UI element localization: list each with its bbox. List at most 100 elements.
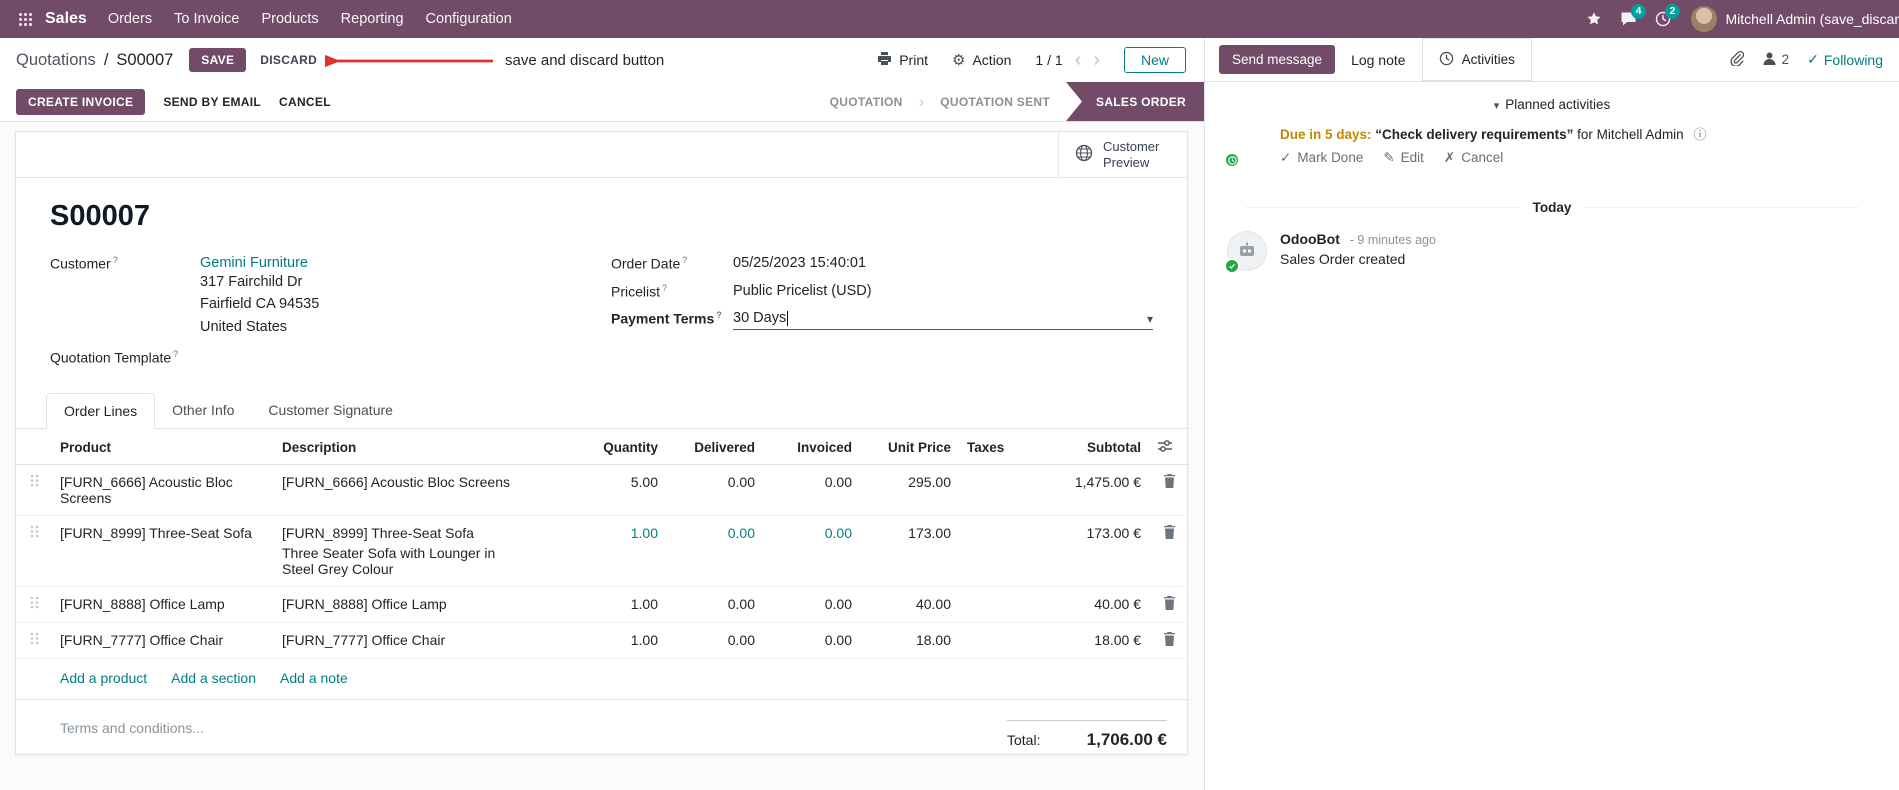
- col-delivered[interactable]: Delivered: [666, 429, 763, 466]
- pager-previous-icon[interactable]: ‹: [1075, 50, 1082, 70]
- breadcrumb-quotations[interactable]: Quotations: [16, 51, 96, 70]
- action-button[interactable]: ⚙ Action: [952, 51, 1011, 69]
- planned-activities-header[interactable]: ▾ Planned activities: [1205, 82, 1899, 112]
- menu-to-invoice[interactable]: To Invoice: [163, 1, 250, 37]
- menu-reporting[interactable]: Reporting: [330, 1, 415, 37]
- col-taxes[interactable]: Taxes: [959, 429, 1047, 466]
- col-invoiced[interactable]: Invoiced: [763, 429, 860, 466]
- cell-unit-price[interactable]: 40.00: [860, 586, 959, 624]
- col-description[interactable]: Description: [274, 429, 536, 466]
- save-button[interactable]: SAVE: [189, 48, 247, 72]
- cell-taxes[interactable]: [959, 515, 1047, 588]
- cell-product[interactable]: [FURN_6666] Acoustic Bloc Screens: [52, 464, 274, 517]
- add-a-section-link[interactable]: Add a section: [171, 670, 256, 686]
- delete-row-icon[interactable]: [1149, 464, 1189, 517]
- systray-star-icon[interactable]: [1586, 11, 1602, 27]
- discard-button[interactable]: DISCARD: [260, 53, 317, 67]
- activities-tab[interactable]: Activities: [1421, 38, 1532, 81]
- menu-configuration[interactable]: Configuration: [415, 1, 523, 37]
- drag-handle-icon[interactable]: [16, 622, 52, 660]
- terms-and-conditions-placeholder[interactable]: Terms and conditions...: [60, 720, 204, 750]
- cancel-activity-button[interactable]: ✗ Cancel: [1444, 150, 1503, 166]
- drag-handle-icon[interactable]: [16, 515, 52, 588]
- drag-handle-icon[interactable]: [16, 464, 52, 517]
- cancel-button[interactable]: CANCEL: [279, 95, 331, 109]
- edit-activity-button[interactable]: ✎ Edit: [1383, 150, 1424, 166]
- customer-preview-button[interactable]: Customer Preview: [1058, 132, 1187, 177]
- cell-description[interactable]: [FURN_8999] Three-Seat Sofa Three Seater…: [274, 515, 536, 588]
- dropdown-caret-icon[interactable]: ▾: [1147, 312, 1153, 326]
- cell-invoiced[interactable]: 0.00: [763, 622, 860, 660]
- cell-description[interactable]: [FURN_6666] Acoustic Bloc Screens: [274, 464, 536, 517]
- cell-delivered[interactable]: 0.00: [666, 622, 763, 660]
- pricelist-value[interactable]: Public Pricelist (USD): [733, 283, 872, 300]
- app-name[interactable]: Sales: [45, 10, 87, 28]
- cell-invoiced[interactable]: 0.00: [763, 515, 860, 588]
- user-menu[interactable]: Mitchell Admin (save_discar: [1691, 6, 1899, 32]
- apps-grid-icon[interactable]: [10, 12, 41, 27]
- attachments-icon[interactable]: [1729, 50, 1744, 69]
- pricelist-field[interactable]: Pricelist? Public Pricelist (USD): [611, 283, 1153, 300]
- cell-description[interactable]: [FURN_7777] Office Chair: [274, 622, 536, 660]
- cell-product[interactable]: [FURN_8888] Office Lamp: [52, 586, 274, 624]
- order-date-field[interactable]: Order Date? 05/25/2023 15:40:01: [611, 255, 1153, 272]
- delete-row-icon[interactable]: [1149, 622, 1189, 660]
- state-quotation-sent[interactable]: QUOTATION SENT: [924, 82, 1066, 121]
- delete-row-icon[interactable]: [1149, 586, 1189, 624]
- messages-icon[interactable]: 4: [1620, 4, 1647, 27]
- log-note-button[interactable]: Log note: [1351, 52, 1406, 68]
- tab-order-lines[interactable]: Order Lines: [46, 393, 156, 430]
- tab-customer-signature[interactable]: Customer Signature: [251, 393, 410, 429]
- cell-delivered[interactable]: 0.00: [666, 515, 763, 588]
- cell-taxes[interactable]: [959, 586, 1047, 624]
- cell-unit-price[interactable]: 295.00: [860, 464, 959, 517]
- followers-button[interactable]: 2: [1762, 51, 1789, 69]
- create-invoice-button[interactable]: CREATE INVOICE: [16, 88, 146, 115]
- menu-orders[interactable]: Orders: [97, 1, 163, 37]
- state-sales-order[interactable]: SALES ORDER: [1066, 82, 1204, 121]
- send-message-button[interactable]: Send message: [1219, 45, 1336, 74]
- customer-link[interactable]: Gemini Furniture: [200, 255, 319, 271]
- activities-clock-icon[interactable]: 2: [1655, 4, 1681, 27]
- col-subtotal[interactable]: Subtotal: [1047, 429, 1149, 466]
- payment-terms-input[interactable]: 30 Days ▾: [733, 310, 1153, 331]
- col-product[interactable]: Product: [52, 429, 274, 466]
- cell-taxes[interactable]: [959, 622, 1047, 660]
- cell-quantity[interactable]: 1.00: [536, 622, 666, 660]
- pager-next-icon[interactable]: ›: [1093, 50, 1100, 70]
- cell-quantity[interactable]: 1.00: [536, 586, 666, 624]
- state-quotation[interactable]: QUOTATION: [814, 82, 919, 121]
- cell-description[interactable]: [FURN_8888] Office Lamp: [274, 586, 536, 624]
- tab-other-info[interactable]: Other Info: [155, 393, 251, 429]
- add-a-note-link[interactable]: Add a note: [280, 670, 348, 686]
- following-button[interactable]: ✓ Following: [1807, 51, 1883, 68]
- cell-quantity[interactable]: 5.00: [536, 464, 666, 517]
- order-date-value[interactable]: 05/25/2023 15:40:01: [733, 255, 866, 272]
- send-by-email-button[interactable]: SEND BY EMAIL: [163, 95, 261, 109]
- cell-quantity[interactable]: 1.00: [536, 515, 666, 588]
- message-author[interactable]: OdooBot: [1280, 231, 1340, 247]
- print-button[interactable]: Print: [877, 51, 928, 69]
- add-a-product-link[interactable]: Add a product: [60, 670, 147, 686]
- cell-invoiced[interactable]: 0.00: [763, 586, 860, 624]
- quotation-template-field[interactable]: Quotation Template?: [50, 349, 611, 366]
- optional-columns-icon[interactable]: [1149, 429, 1189, 466]
- drag-handle-icon[interactable]: [16, 586, 52, 624]
- cell-product[interactable]: [FURN_7777] Office Chair: [52, 622, 274, 660]
- col-unit-price[interactable]: Unit Price: [860, 429, 959, 466]
- new-button[interactable]: New: [1123, 47, 1186, 73]
- col-quantity[interactable]: Quantity: [536, 429, 666, 466]
- cell-unit-price[interactable]: 173.00: [860, 515, 959, 588]
- order-line-row: [FURN_8999] Three-Seat Sofa [FURN_8999] …: [16, 515, 1189, 588]
- cell-delivered[interactable]: 0.00: [666, 586, 763, 624]
- cell-delivered[interactable]: 0.00: [666, 464, 763, 517]
- cell-taxes[interactable]: [959, 464, 1047, 517]
- delete-row-icon[interactable]: [1149, 515, 1189, 588]
- cell-invoiced[interactable]: 0.00: [763, 464, 860, 517]
- info-icon[interactable]: ⓘ: [1693, 127, 1706, 142]
- breadcrumb-current: S00007: [116, 50, 174, 69]
- cell-unit-price[interactable]: 18.00: [860, 622, 959, 660]
- menu-products[interactable]: Products: [250, 1, 329, 37]
- cell-product[interactable]: [FURN_8999] Three-Seat Sofa: [52, 515, 274, 588]
- mark-done-button[interactable]: ✓ Mark Done: [1280, 150, 1363, 166]
